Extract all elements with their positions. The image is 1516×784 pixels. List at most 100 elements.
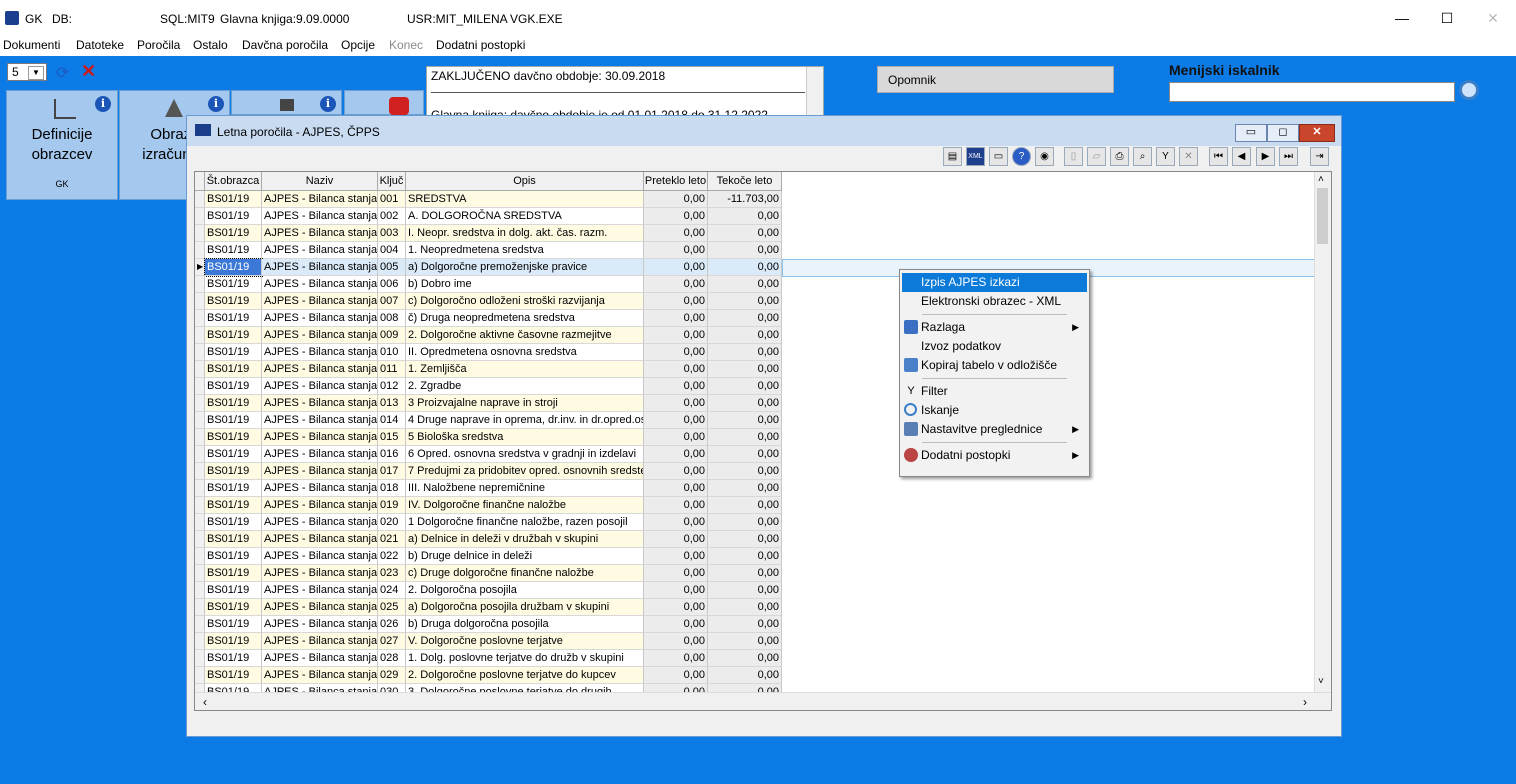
cell-kljuc[interactable]: 020	[378, 514, 406, 531]
notification-scrollbar[interactable]	[806, 67, 823, 121]
tile-definicije-obrazcev[interactable]: i Definicije obrazcev GK	[6, 90, 118, 200]
table-row[interactable]: BS01/19 AJPES - Bilanca stanja 012 2. Zgrad…	[195, 378, 1315, 395]
cell-naziv[interactable]: AJPES - Bilanca stanja	[262, 378, 378, 395]
last-record-icon[interactable]: ⏭	[1279, 147, 1298, 166]
cell-opis[interactable]: 5 Biološka sredstva	[406, 429, 644, 446]
cell-naziv[interactable]: AJPES - Bilanca stanja	[262, 361, 378, 378]
cell-preteklo-leto[interactable]: 0,00	[644, 361, 708, 378]
cell-st-obrazca[interactable]: BS01/19	[205, 463, 262, 480]
cell-tekoce-leto[interactable]: 0,00	[708, 531, 782, 548]
cell-kljuc[interactable]: 017	[378, 463, 406, 480]
cell-st-obrazca[interactable]: BS01/19	[205, 565, 262, 582]
cell-naziv[interactable]: AJPES - Bilanca stanja	[262, 191, 378, 208]
info-icon[interactable]: i	[320, 96, 336, 112]
row-indicator[interactable]	[195, 463, 205, 480]
cell-st-obrazca[interactable]: BS01/19	[205, 548, 262, 565]
col-header-naziv[interactable]: Naziv	[262, 172, 378, 191]
cell-naziv[interactable]: AJPES - Bilanca stanja	[262, 480, 378, 497]
cell-preteklo-leto[interactable]: 0,00	[644, 259, 708, 276]
cell-st-obrazca[interactable]: BS01/19	[205, 582, 262, 599]
cell-naziv[interactable]: AJPES - Bilanca stanja	[262, 633, 378, 650]
cell-kljuc[interactable]: 027	[378, 633, 406, 650]
cell-opis[interactable]: b) Druge delnice in deleži	[406, 548, 644, 565]
cell-preteklo-leto[interactable]: 0,00	[644, 276, 708, 293]
cell-opis[interactable]: V. Dolgoročne poslovne terjatve	[406, 633, 644, 650]
table-row[interactable]: BS01/19 AJPES - Bilanca stanja 023 c) Druge…	[195, 565, 1315, 582]
cell-naziv[interactable]: AJPES - Bilanca stanja	[262, 259, 378, 276]
cell-preteklo-leto[interactable]: 0,00	[644, 548, 708, 565]
cell-preteklo-leto[interactable]: 0,00	[644, 667, 708, 684]
cell-tekoce-leto[interactable]: 0,00	[708, 344, 782, 361]
cell-naziv[interactable]: AJPES - Bilanca stanja	[262, 650, 378, 667]
table-row[interactable]: BS01/19 AJPES - Bilanca stanja 028 1. Dolg.…	[195, 650, 1315, 667]
cell-opis[interactable]: 2. Dolgoročne poslovne terjatve do kupce…	[406, 667, 644, 684]
cell-opis[interactable]: 2. Dolgoročna posojila	[406, 582, 644, 599]
table-row[interactable]: BS01/19 AJPES - Bilanca stanja 017 7 Preduj…	[195, 463, 1315, 480]
menu-iskanje[interactable]: Iskanje	[902, 401, 1087, 420]
next-record-icon[interactable]: ▶	[1256, 147, 1275, 166]
cell-kljuc[interactable]: 018	[378, 480, 406, 497]
cell-naziv[interactable]: AJPES - Bilanca stanja	[262, 667, 378, 684]
info-icon[interactable]: i	[95, 96, 111, 112]
cell-st-obrazca[interactable]: BS01/19	[205, 242, 262, 259]
cell-kljuc[interactable]: 016	[378, 446, 406, 463]
menu-datoteke[interactable]: Datoteke	[76, 38, 124, 52]
menu-porocila[interactable]: Poročila	[137, 38, 180, 52]
cell-st-obrazca[interactable]: BS01/19	[205, 191, 262, 208]
search-input[interactable]	[1169, 82, 1455, 102]
cell-opis[interactable]: 2. Zgradbe	[406, 378, 644, 395]
grid-horizontal-scrollbar[interactable]: ‹ ›	[195, 692, 1331, 710]
row-indicator[interactable]	[195, 242, 205, 259]
row-indicator[interactable]	[195, 514, 205, 531]
cell-st-obrazca[interactable]: BS01/19	[205, 225, 262, 242]
cell-tekoce-leto[interactable]: 0,00	[708, 259, 782, 276]
scroll-left-icon[interactable]: ‹	[203, 695, 207, 709]
cell-tekoce-leto[interactable]: 0,00	[708, 480, 782, 497]
row-indicator[interactable]	[195, 276, 205, 293]
table-row[interactable]: BS01/19 AJPES - Bilanca stanja 021 a) Delni…	[195, 531, 1315, 548]
cell-st-obrazca[interactable]: BS01/19	[205, 480, 262, 497]
cell-tekoce-leto[interactable]: 0,00	[708, 667, 782, 684]
delete-icon[interactable]: ✕	[81, 61, 96, 82]
filter-icon[interactable]: Y	[1156, 147, 1175, 166]
cell-st-obrazca[interactable]: BS01/19	[205, 497, 262, 514]
row-indicator[interactable]	[195, 480, 205, 497]
help-icon[interactable]: ?	[1012, 147, 1031, 166]
cell-st-obrazca[interactable]: BS01/19	[205, 514, 262, 531]
cell-naziv[interactable]: AJPES - Bilanca stanja	[262, 395, 378, 412]
cell-opis[interactable]: b) Druga dolgoročna posojila	[406, 616, 644, 633]
cell-kljuc[interactable]: 003	[378, 225, 406, 242]
cell-preteklo-leto[interactable]: 0,00	[644, 446, 708, 463]
cell-kljuc[interactable]: 014	[378, 412, 406, 429]
cell-naziv[interactable]: AJPES - Bilanca stanja	[262, 599, 378, 616]
col-header-tekoce-leto[interactable]: Tekoče leto	[708, 172, 782, 191]
prev-record-icon[interactable]: ◀	[1232, 147, 1251, 166]
cell-kljuc[interactable]: 022	[378, 548, 406, 565]
row-indicator[interactable]	[195, 497, 205, 514]
cell-tekoce-leto[interactable]: 0,00	[708, 242, 782, 259]
cell-naziv[interactable]: AJPES - Bilanca stanja	[262, 531, 378, 548]
cell-tekoce-leto[interactable]: 0,00	[708, 378, 782, 395]
opomnik-button[interactable]: Opomnik	[877, 66, 1114, 93]
cell-preteklo-leto[interactable]: 0,00	[644, 531, 708, 548]
table-row[interactable]: BS01/19 AJPES - Bilanca stanja 008 č) Druga…	[195, 310, 1315, 327]
cell-preteklo-leto[interactable]: 0,00	[644, 327, 708, 344]
cell-opis[interactable]: 6 Opred. osnovna sredstva v gradnji in i…	[406, 446, 644, 463]
cell-st-obrazca[interactable]: BS01/19	[205, 276, 262, 293]
cell-kljuc[interactable]: 025	[378, 599, 406, 616]
info-icon[interactable]: i	[208, 96, 224, 112]
cell-naziv[interactable]: AJPES - Bilanca stanja	[262, 412, 378, 429]
cell-st-obrazca[interactable]: BS01/19	[205, 395, 262, 412]
row-indicator[interactable]	[195, 548, 205, 565]
cell-naziv[interactable]: AJPES - Bilanca stanja	[262, 208, 378, 225]
cell-opis[interactable]: III. Naložbene nepremičnine	[406, 480, 644, 497]
cell-kljuc[interactable]: 001	[378, 191, 406, 208]
cell-tekoce-leto[interactable]: -11.703,00	[708, 191, 782, 208]
row-indicator[interactable]	[195, 361, 205, 378]
cell-preteklo-leto[interactable]: 0,00	[644, 616, 708, 633]
menu-razlaga[interactable]: Razlaga ▶	[902, 318, 1087, 337]
search-icon[interactable]	[1459, 80, 1479, 100]
cell-kljuc[interactable]: 024	[378, 582, 406, 599]
cell-st-obrazca[interactable]: BS01/19	[205, 378, 262, 395]
scroll-thumb[interactable]	[1317, 188, 1328, 244]
